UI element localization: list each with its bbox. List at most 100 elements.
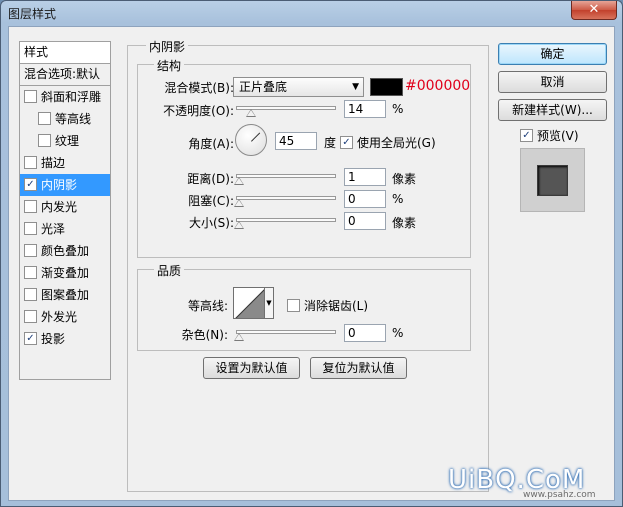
- angle-label: 角度(A):: [188, 137, 234, 151]
- cancel-button[interactable]: 取消: [498, 71, 607, 93]
- style-item[interactable]: 描边: [20, 152, 110, 174]
- checkbox-icon[interactable]: [24, 332, 37, 345]
- opacity-input[interactable]: 14: [344, 100, 386, 118]
- checkbox-icon[interactable]: [24, 178, 37, 191]
- style-item[interactable]: 渐变叠加: [20, 262, 110, 284]
- panel-title: 内阴影: [146, 38, 189, 55]
- shadow-color-swatch[interactable]: [370, 78, 403, 96]
- style-item[interactable]: 投影: [20, 328, 110, 350]
- styles-header[interactable]: 样式: [20, 42, 110, 64]
- size-label: 大小(S):: [188, 216, 234, 230]
- style-item[interactable]: 颜色叠加: [20, 240, 110, 262]
- new-style-button[interactable]: 新建样式(W)...: [498, 99, 607, 121]
- contour-label: 等高线:: [187, 299, 228, 313]
- noise-input[interactable]: 0: [344, 324, 386, 342]
- blending-options-item[interactable]: 混合选项:默认: [20, 64, 110, 86]
- size-slider-thumb[interactable]: [234, 221, 244, 229]
- style-item[interactable]: 等高线: [20, 108, 110, 130]
- checkbox-icon[interactable]: [24, 266, 37, 279]
- checkbox-icon[interactable]: [24, 244, 37, 257]
- style-item[interactable]: 光泽: [20, 218, 110, 240]
- structure-group: 结构 混合模式(B): 正片叠底 ▼ #000000 不透明度(O): 14 %…: [137, 57, 471, 258]
- antialias-label: 消除锯齿(L): [304, 299, 369, 313]
- style-item[interactable]: 纹理: [20, 130, 110, 152]
- style-item-label: 外发光: [41, 310, 78, 324]
- noise-slider-thumb[interactable]: [234, 333, 244, 341]
- watermark-url: www.psahz.com: [523, 490, 596, 500]
- structure-title: 结构: [154, 57, 185, 74]
- distance-input[interactable]: 1: [344, 168, 386, 186]
- chevron-down-icon: ▼: [266, 299, 272, 307]
- angle-unit: 度: [324, 136, 337, 150]
- opacity-slider-thumb[interactable]: [246, 109, 256, 117]
- quality-group: 品质 等高线: ▼ 消除锯齿(L) 杂色(N): 0 %: [137, 262, 471, 351]
- checkbox-icon[interactable]: [24, 156, 37, 169]
- contour-dropdown-button[interactable]: ▼: [265, 287, 274, 319]
- style-item[interactable]: 内阴影: [20, 174, 110, 196]
- checkbox-icon[interactable]: [38, 134, 51, 147]
- size-input[interactable]: 0: [344, 212, 386, 230]
- color-hex-label: #000000: [405, 78, 471, 94]
- blend-mode-select[interactable]: 正片叠底 ▼: [233, 77, 364, 97]
- checkbox-icon[interactable]: [38, 112, 51, 125]
- distance-slider-thumb[interactable]: [234, 177, 244, 185]
- checkbox-icon[interactable]: [24, 288, 37, 301]
- make-default-button[interactable]: 设置为默认值: [203, 357, 300, 379]
- choke-slider-track[interactable]: [236, 196, 336, 200]
- checkbox-icon[interactable]: [24, 310, 37, 323]
- style-items: 斜面和浮雕等高线纹理描边内阴影内发光光泽颜色叠加渐变叠加图案叠加外发光投影: [20, 86, 110, 350]
- opacity-label: 不透明度(O):: [163, 104, 234, 118]
- inner-shadow-panel: 内阴影 结构 混合模式(B): 正片叠底 ▼ #000000 不透明度(O): …: [127, 38, 489, 492]
- size-slider-track[interactable]: [236, 218, 336, 222]
- preview-swatch: [537, 165, 568, 196]
- distance-label: 距离(D):: [187, 172, 234, 186]
- choke-input[interactable]: 0: [344, 190, 386, 208]
- global-light-checkbox[interactable]: 使用全局光(G): [340, 134, 436, 151]
- style-item-label: 斜面和浮雕: [41, 90, 102, 104]
- style-item[interactable]: 内发光: [20, 196, 110, 218]
- style-item-label: 纹理: [55, 134, 80, 148]
- style-item-label: 颜色叠加: [41, 244, 90, 258]
- angle-dial[interactable]: [235, 124, 267, 156]
- checkbox-icon: [287, 299, 300, 312]
- contour-preview-icon: [235, 289, 264, 318]
- angle-input[interactable]: 45: [275, 132, 317, 150]
- distance-unit: 像素: [392, 172, 417, 186]
- style-item-label: 渐变叠加: [41, 266, 90, 280]
- noise-slider-track[interactable]: [236, 330, 336, 334]
- noise-unit: %: [392, 326, 404, 340]
- style-item[interactable]: 斜面和浮雕: [20, 86, 110, 108]
- close-button[interactable]: ✕: [571, 1, 617, 20]
- layer-style-dialog: 图层样式 ✕ 样式 混合选项:默认 斜面和浮雕等高线纹理描边内阴影内发光光泽颜色…: [0, 0, 623, 507]
- choke-unit: %: [392, 192, 404, 206]
- style-item-label: 光泽: [41, 222, 66, 236]
- distance-slider-track[interactable]: [236, 174, 336, 178]
- opacity-unit: %: [392, 102, 404, 116]
- style-item-label: 内发光: [41, 200, 78, 214]
- ok-button[interactable]: 确定: [498, 43, 607, 65]
- size-unit: 像素: [392, 216, 417, 230]
- blend-mode-label: 混合模式(B):: [164, 81, 234, 95]
- quality-title: 品质: [154, 262, 185, 279]
- reset-default-button[interactable]: 复位为默认值: [310, 357, 407, 379]
- title-bar[interactable]: 图层样式 ✕: [1, 1, 622, 25]
- style-item[interactable]: 外发光: [20, 306, 110, 328]
- style-item-label: 图案叠加: [41, 288, 90, 302]
- style-item-label: 描边: [41, 156, 66, 170]
- style-item[interactable]: 图案叠加: [20, 284, 110, 306]
- style-item-label: 投影: [41, 332, 66, 346]
- style-item-label: 内阴影: [41, 178, 78, 192]
- preview-checkbox[interactable]: 预览(V): [520, 127, 579, 144]
- checkbox-icon: [520, 129, 533, 142]
- choke-slider-thumb[interactable]: [234, 199, 244, 207]
- close-icon: ✕: [588, 2, 600, 17]
- angle-dial-hand: [251, 132, 261, 142]
- contour-picker[interactable]: [233, 287, 265, 319]
- checkbox-icon[interactable]: [24, 200, 37, 213]
- styles-list: 样式 混合选项:默认 斜面和浮雕等高线纹理描边内阴影内发光光泽颜色叠加渐变叠加图…: [19, 41, 111, 380]
- checkbox-icon[interactable]: [24, 222, 37, 235]
- chevron-down-icon: ▼: [352, 82, 359, 92]
- checkbox-icon[interactable]: [24, 90, 37, 103]
- preview-label: 预览(V): [537, 129, 579, 143]
- antialias-checkbox[interactable]: 消除锯齿(L): [287, 297, 368, 314]
